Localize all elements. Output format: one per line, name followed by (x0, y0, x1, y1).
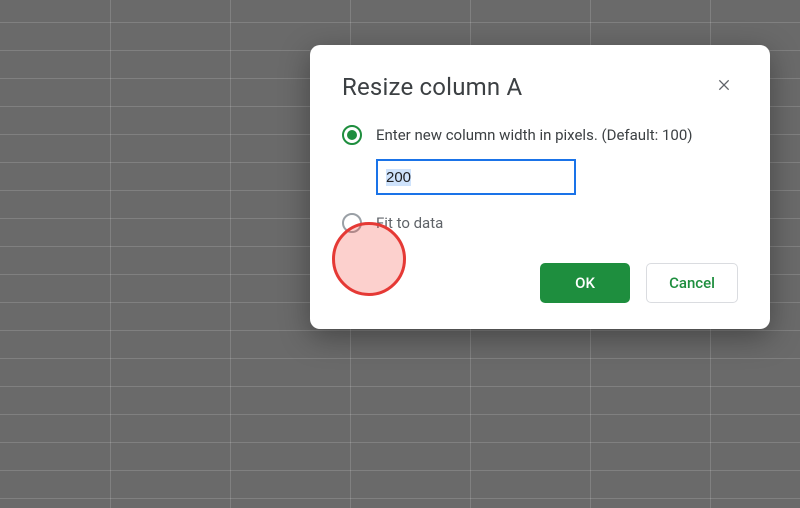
option-fit-to-data[interactable]: Fit to data (342, 213, 738, 233)
close-button[interactable] (710, 73, 738, 101)
option-enter-width[interactable]: Enter new column width in pixels. (Defau… (342, 125, 738, 145)
option-enter-width-label: Enter new column width in pixels. (Defau… (376, 126, 693, 144)
dialog-title: Resize column A (342, 73, 522, 101)
radio-enter-width[interactable] (342, 125, 362, 145)
radio-fit-to-data[interactable] (342, 213, 362, 233)
close-icon (716, 77, 732, 97)
column-width-input[interactable] (376, 159, 576, 195)
dialog-button-row: OK Cancel (342, 263, 738, 303)
ok-button[interactable]: OK (540, 263, 630, 303)
resize-column-dialog: Resize column A Enter new column width i… (310, 45, 770, 329)
cancel-button[interactable]: Cancel (646, 263, 738, 303)
dialog-header: Resize column A (342, 73, 738, 101)
option-fit-to-data-label: Fit to data (376, 214, 443, 232)
